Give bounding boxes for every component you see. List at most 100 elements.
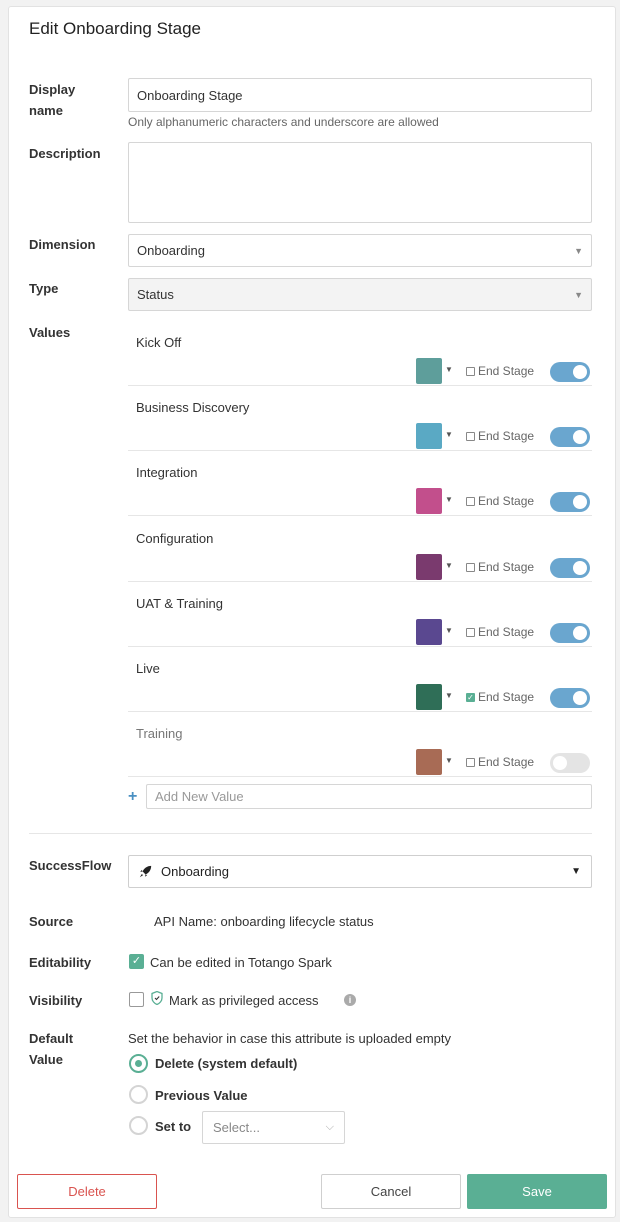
visibility-text: Mark as privileged access xyxy=(169,993,319,1008)
editability-text: Can be edited in Totango Spark xyxy=(150,955,332,970)
display-name-input[interactable] xyxy=(128,78,592,112)
value-toggle[interactable] xyxy=(550,427,590,448)
values-label: Values xyxy=(29,325,71,340)
editability-checkbox[interactable]: ✓ xyxy=(129,954,144,969)
description-label: Description xyxy=(29,146,101,161)
default-value-label: Default Value xyxy=(29,1031,74,1067)
caret-down-icon: ▼ xyxy=(574,289,583,300)
dimension-label: Dimension xyxy=(29,237,96,252)
page-title: Edit Onboarding Stage xyxy=(29,19,202,38)
radio-previous-value[interactable] xyxy=(129,1085,148,1104)
end-stage-label: End Stage xyxy=(478,559,535,574)
value-row: UAT & Training ▼ End Stage xyxy=(128,582,592,647)
end-stage-label: End Stage xyxy=(478,624,535,639)
dimension-value: Onboarding xyxy=(137,243,205,258)
toggle-knob xyxy=(573,691,587,705)
caret-down-icon: ▼ xyxy=(571,866,581,877)
caret-down-icon[interactable]: ▼ xyxy=(445,430,453,439)
caret-down-icon[interactable]: ▼ xyxy=(445,561,453,570)
value-toggle[interactable] xyxy=(550,492,590,513)
toggle-knob xyxy=(573,365,587,379)
caret-down-icon[interactable]: ▼ xyxy=(445,495,453,504)
value-toggle[interactable] xyxy=(550,557,590,578)
toggle-knob xyxy=(573,430,587,445)
color-swatch[interactable] xyxy=(416,684,442,710)
value-row: Kick Off ▼ End Stage xyxy=(128,321,592,386)
radio-delete-label: Delete (system default) xyxy=(155,1056,298,1071)
color-swatch[interactable] xyxy=(416,749,442,776)
end-stage-checkbox[interactable] xyxy=(466,627,475,637)
color-swatch[interactable] xyxy=(416,488,442,515)
value-toggle[interactable] xyxy=(550,753,590,774)
shield-icon xyxy=(151,991,163,1005)
info-icon[interactable]: i xyxy=(344,994,356,1006)
editability-label: Editability xyxy=(29,955,92,970)
radio-set-to[interactable] xyxy=(129,1116,148,1135)
value-row: Training ▼ End Stage xyxy=(128,712,592,778)
display-name-label: Display name xyxy=(29,82,76,118)
chevron-down-icon: ⌵ xyxy=(325,1121,334,1133)
edit-stage-panel: Edit Onboarding Stage Display name Only … xyxy=(8,6,616,1218)
rocket-icon xyxy=(139,865,152,878)
set-to-placeholder: Select... xyxy=(213,1120,260,1135)
end-stage-label: End Stage xyxy=(478,429,535,444)
value-row: Live ▼ ✓ End Stage xyxy=(128,647,592,712)
value-row: Configuration ▼ End Stage xyxy=(128,517,592,582)
visibility-label: Visibility xyxy=(29,993,83,1008)
value-toggle[interactable] xyxy=(550,688,590,708)
add-value-input[interactable] xyxy=(146,784,592,809)
toggle-knob xyxy=(553,756,567,771)
end-stage-checkbox[interactable] xyxy=(466,367,475,376)
radio-delete[interactable] xyxy=(129,1054,148,1073)
cancel-button[interactable]: Cancel xyxy=(321,1174,461,1209)
delete-button[interactable]: Delete xyxy=(17,1174,157,1209)
color-swatch[interactable] xyxy=(416,553,442,580)
value-name: Integration xyxy=(136,465,198,481)
source-label: Source xyxy=(29,914,74,929)
value-name: Training xyxy=(136,726,183,742)
toggle-knob xyxy=(573,625,587,640)
set-to-select[interactable]: Select... ⌵ xyxy=(202,1111,345,1144)
toggle-knob xyxy=(573,560,587,575)
value-name: Kick Off xyxy=(136,335,182,350)
source-value: API Name: onboarding lifecycle status xyxy=(154,914,374,929)
caret-down-icon[interactable]: ▼ xyxy=(445,756,453,765)
value-toggle[interactable] xyxy=(550,622,590,643)
end-stage-checkbox[interactable] xyxy=(466,758,475,768)
radio-previous-value-label: Previous Value xyxy=(155,1088,248,1103)
type-select: Status ▼ xyxy=(128,278,592,311)
caret-down-icon[interactable]: ▼ xyxy=(445,691,453,700)
end-stage-checkbox[interactable] xyxy=(466,432,475,442)
color-swatch[interactable] xyxy=(416,358,442,384)
value-name: Business Discovery xyxy=(136,400,250,416)
caret-down-icon[interactable]: ▼ xyxy=(445,626,453,635)
toggle-knob xyxy=(573,495,587,510)
color-swatch[interactable] xyxy=(416,618,442,645)
type-label: Type xyxy=(29,281,59,296)
dimension-select[interactable]: Onboarding ▼ xyxy=(128,234,592,267)
caret-down-icon[interactable]: ▼ xyxy=(445,365,453,374)
successflow-select[interactable]: Onboarding ▼ xyxy=(128,855,592,888)
end-stage-label: End Stage xyxy=(478,364,535,378)
default-value-description: Set the behavior in case this attribute … xyxy=(128,1031,452,1046)
successflow-label: SuccessFlow xyxy=(29,858,112,873)
end-stage-checkbox[interactable] xyxy=(466,562,475,572)
end-stage-label: End Stage xyxy=(478,755,535,770)
end-stage-label: End Stage xyxy=(478,690,535,704)
display-name-hint: Only alphanumeric characters and undersc… xyxy=(128,115,439,129)
value-row: Integration ▼ End Stage xyxy=(128,451,592,517)
value-name: Configuration xyxy=(136,530,214,546)
divider xyxy=(29,833,592,834)
description-textarea[interactable] xyxy=(128,142,592,223)
radio-set-to-label: Set to xyxy=(155,1119,192,1134)
value-toggle[interactable] xyxy=(550,362,590,382)
visibility-checkbox[interactable] xyxy=(129,992,144,1007)
end-stage-checkbox[interactable]: ✓ xyxy=(466,693,475,702)
save-button[interactable]: Save xyxy=(467,1174,607,1209)
value-name: UAT & Training xyxy=(136,595,223,611)
plus-icon[interactable]: + xyxy=(128,788,137,806)
end-stage-checkbox[interactable] xyxy=(466,497,475,507)
color-swatch[interactable] xyxy=(416,423,442,450)
value-row: Business Discovery ▼ End Stage xyxy=(128,386,592,452)
caret-down-icon: ▼ xyxy=(574,245,583,256)
